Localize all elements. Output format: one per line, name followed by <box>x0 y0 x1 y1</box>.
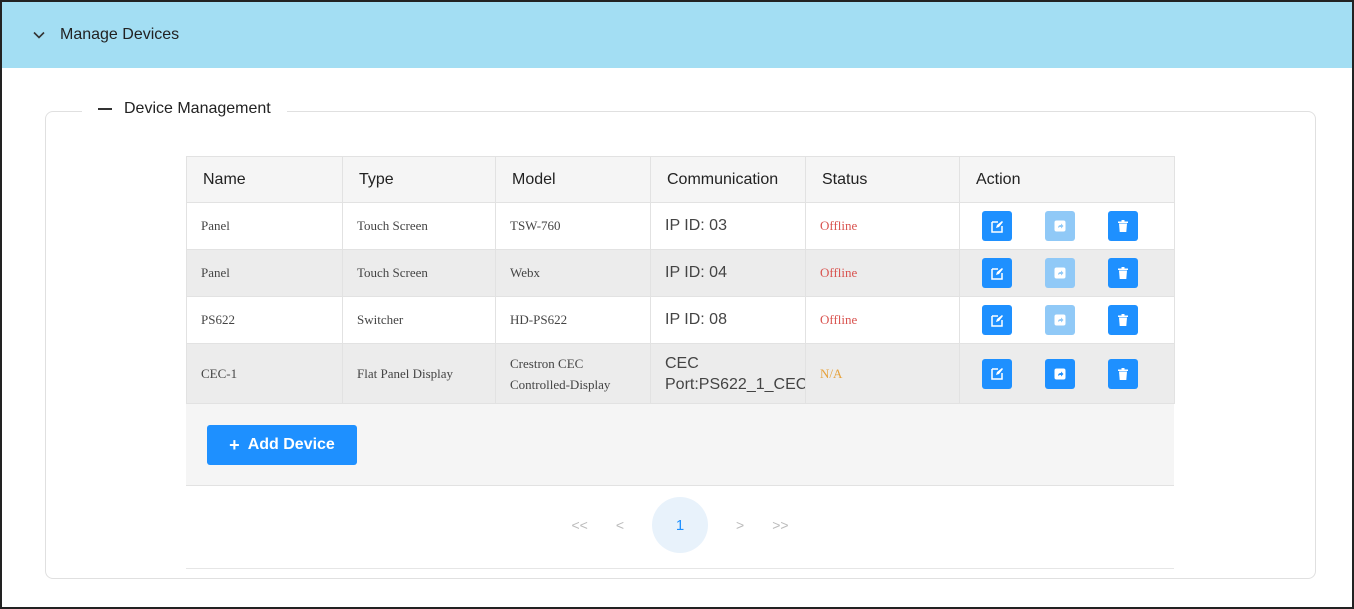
cell-model: HD-PS622 <box>495 296 651 344</box>
edit-button[interactable] <box>982 358 1012 389</box>
cell-model: Webx <box>495 249 651 297</box>
cell-actions <box>959 249 1175 297</box>
collapse-dash-icon <box>98 108 112 110</box>
header-model: Model <box>495 156 651 203</box>
cell-actions <box>959 343 1175 404</box>
next-page-button[interactable]: > <box>736 517 744 533</box>
cell-status: Offline <box>805 296 960 344</box>
trash-icon <box>1118 267 1128 279</box>
header-communication: Communication <box>650 156 806 203</box>
edit-button[interactable] <box>982 305 1012 335</box>
header-name: Name <box>186 156 343 203</box>
edit-icon <box>990 267 1003 280</box>
cell-model-line1: Crestron CEC <box>510 355 584 371</box>
add-device-label: Add Device <box>247 436 335 453</box>
page-1-button[interactable]: 1 <box>652 497 708 553</box>
chevron-down-icon <box>32 28 46 42</box>
cell-communication: IP ID: 08 <box>650 296 806 344</box>
open-icon <box>1054 314 1066 326</box>
pagination: << < 1 > >> <box>186 497 1174 553</box>
prev-page-button[interactable]: < <box>616 517 624 533</box>
device-table: Name Type Model Communication Status Act… <box>186 156 1175 404</box>
first-page-button[interactable]: << <box>571 517 587 533</box>
edit-button[interactable] <box>982 258 1012 288</box>
cell-name: PS622 <box>186 296 343 344</box>
accordion-title: Manage Devices <box>60 26 180 43</box>
cell-communication: IP ID: 04 <box>650 249 806 297</box>
cell-name: Panel <box>186 249 343 297</box>
last-page-button[interactable]: >> <box>772 517 788 533</box>
open-button[interactable] <box>1045 258 1075 288</box>
cell-type: Switcher <box>342 296 496 344</box>
divider <box>186 568 1174 569</box>
trash-icon <box>1118 367 1128 380</box>
cell-communication: IP ID: 03 <box>650 202 806 250</box>
manage-devices-accordion[interactable]: Manage Devices <box>2 0 1352 68</box>
open-icon <box>1054 267 1066 279</box>
delete-button[interactable] <box>1108 305 1138 335</box>
edit-icon <box>990 368 1003 380</box>
cell-communication: CEC Port:PS622_1_CEC <box>650 343 806 404</box>
cell-actions <box>959 202 1175 250</box>
cell-communication-line1: CEC <box>665 354 699 372</box>
trash-icon <box>1118 220 1128 232</box>
delete-button[interactable] <box>1108 358 1138 389</box>
edit-icon <box>990 220 1003 233</box>
open-button[interactable] <box>1045 358 1075 389</box>
open-button[interactable] <box>1045 211 1075 241</box>
delete-button[interactable] <box>1108 211 1138 241</box>
cell-status: Offline <box>805 249 960 297</box>
cell-name: CEC-1 <box>186 343 343 404</box>
table-row: CEC-1 Flat Panel Display Crestron CEC Co… <box>186 343 1175 404</box>
table-header-row: Name Type Model Communication Status Act… <box>186 156 1175 203</box>
cell-name: Panel <box>186 202 343 250</box>
add-device-button[interactable]: + Add Device <box>207 425 357 465</box>
device-table-container: Name Type Model Communication Status Act… <box>186 156 1175 486</box>
cell-model: Crestron CEC Controlled-Display <box>495 343 651 404</box>
plus-icon: + <box>229 434 240 455</box>
edit-icon <box>990 314 1003 327</box>
device-management-legend[interactable]: Device Management <box>82 100 287 118</box>
table-row: Panel Touch Screen TSW-760 IP ID: 03 Off… <box>186 202 1175 250</box>
cell-model-line2: Controlled-Display <box>510 376 611 392</box>
table-row: Panel Touch Screen Webx IP ID: 04 Offlin… <box>186 249 1175 297</box>
section-title: Device Management <box>124 100 271 117</box>
cell-actions <box>959 296 1175 344</box>
open-button[interactable] <box>1045 305 1075 335</box>
cell-type: Flat Panel Display <box>342 343 496 404</box>
edit-button[interactable] <box>982 211 1012 241</box>
delete-button[interactable] <box>1108 258 1138 288</box>
cell-communication-line2: Port:PS622_1_CEC <box>665 375 806 393</box>
table-row: PS622 Switcher HD-PS622 IP ID: 08 Offlin… <box>186 296 1175 344</box>
cell-model: TSW-760 <box>495 202 651 250</box>
header-action: Action <box>959 156 1175 203</box>
add-device-area: + Add Device <box>186 404 1174 486</box>
open-icon <box>1054 220 1066 232</box>
cell-status: Offline <box>805 202 960 250</box>
cell-status: N/A <box>805 343 960 404</box>
header-type: Type <box>342 156 496 203</box>
cell-type: Touch Screen <box>342 249 496 297</box>
cell-type: Touch Screen <box>342 202 496 250</box>
open-icon <box>1054 368 1066 379</box>
header-status: Status <box>805 156 960 203</box>
trash-icon <box>1118 314 1128 326</box>
